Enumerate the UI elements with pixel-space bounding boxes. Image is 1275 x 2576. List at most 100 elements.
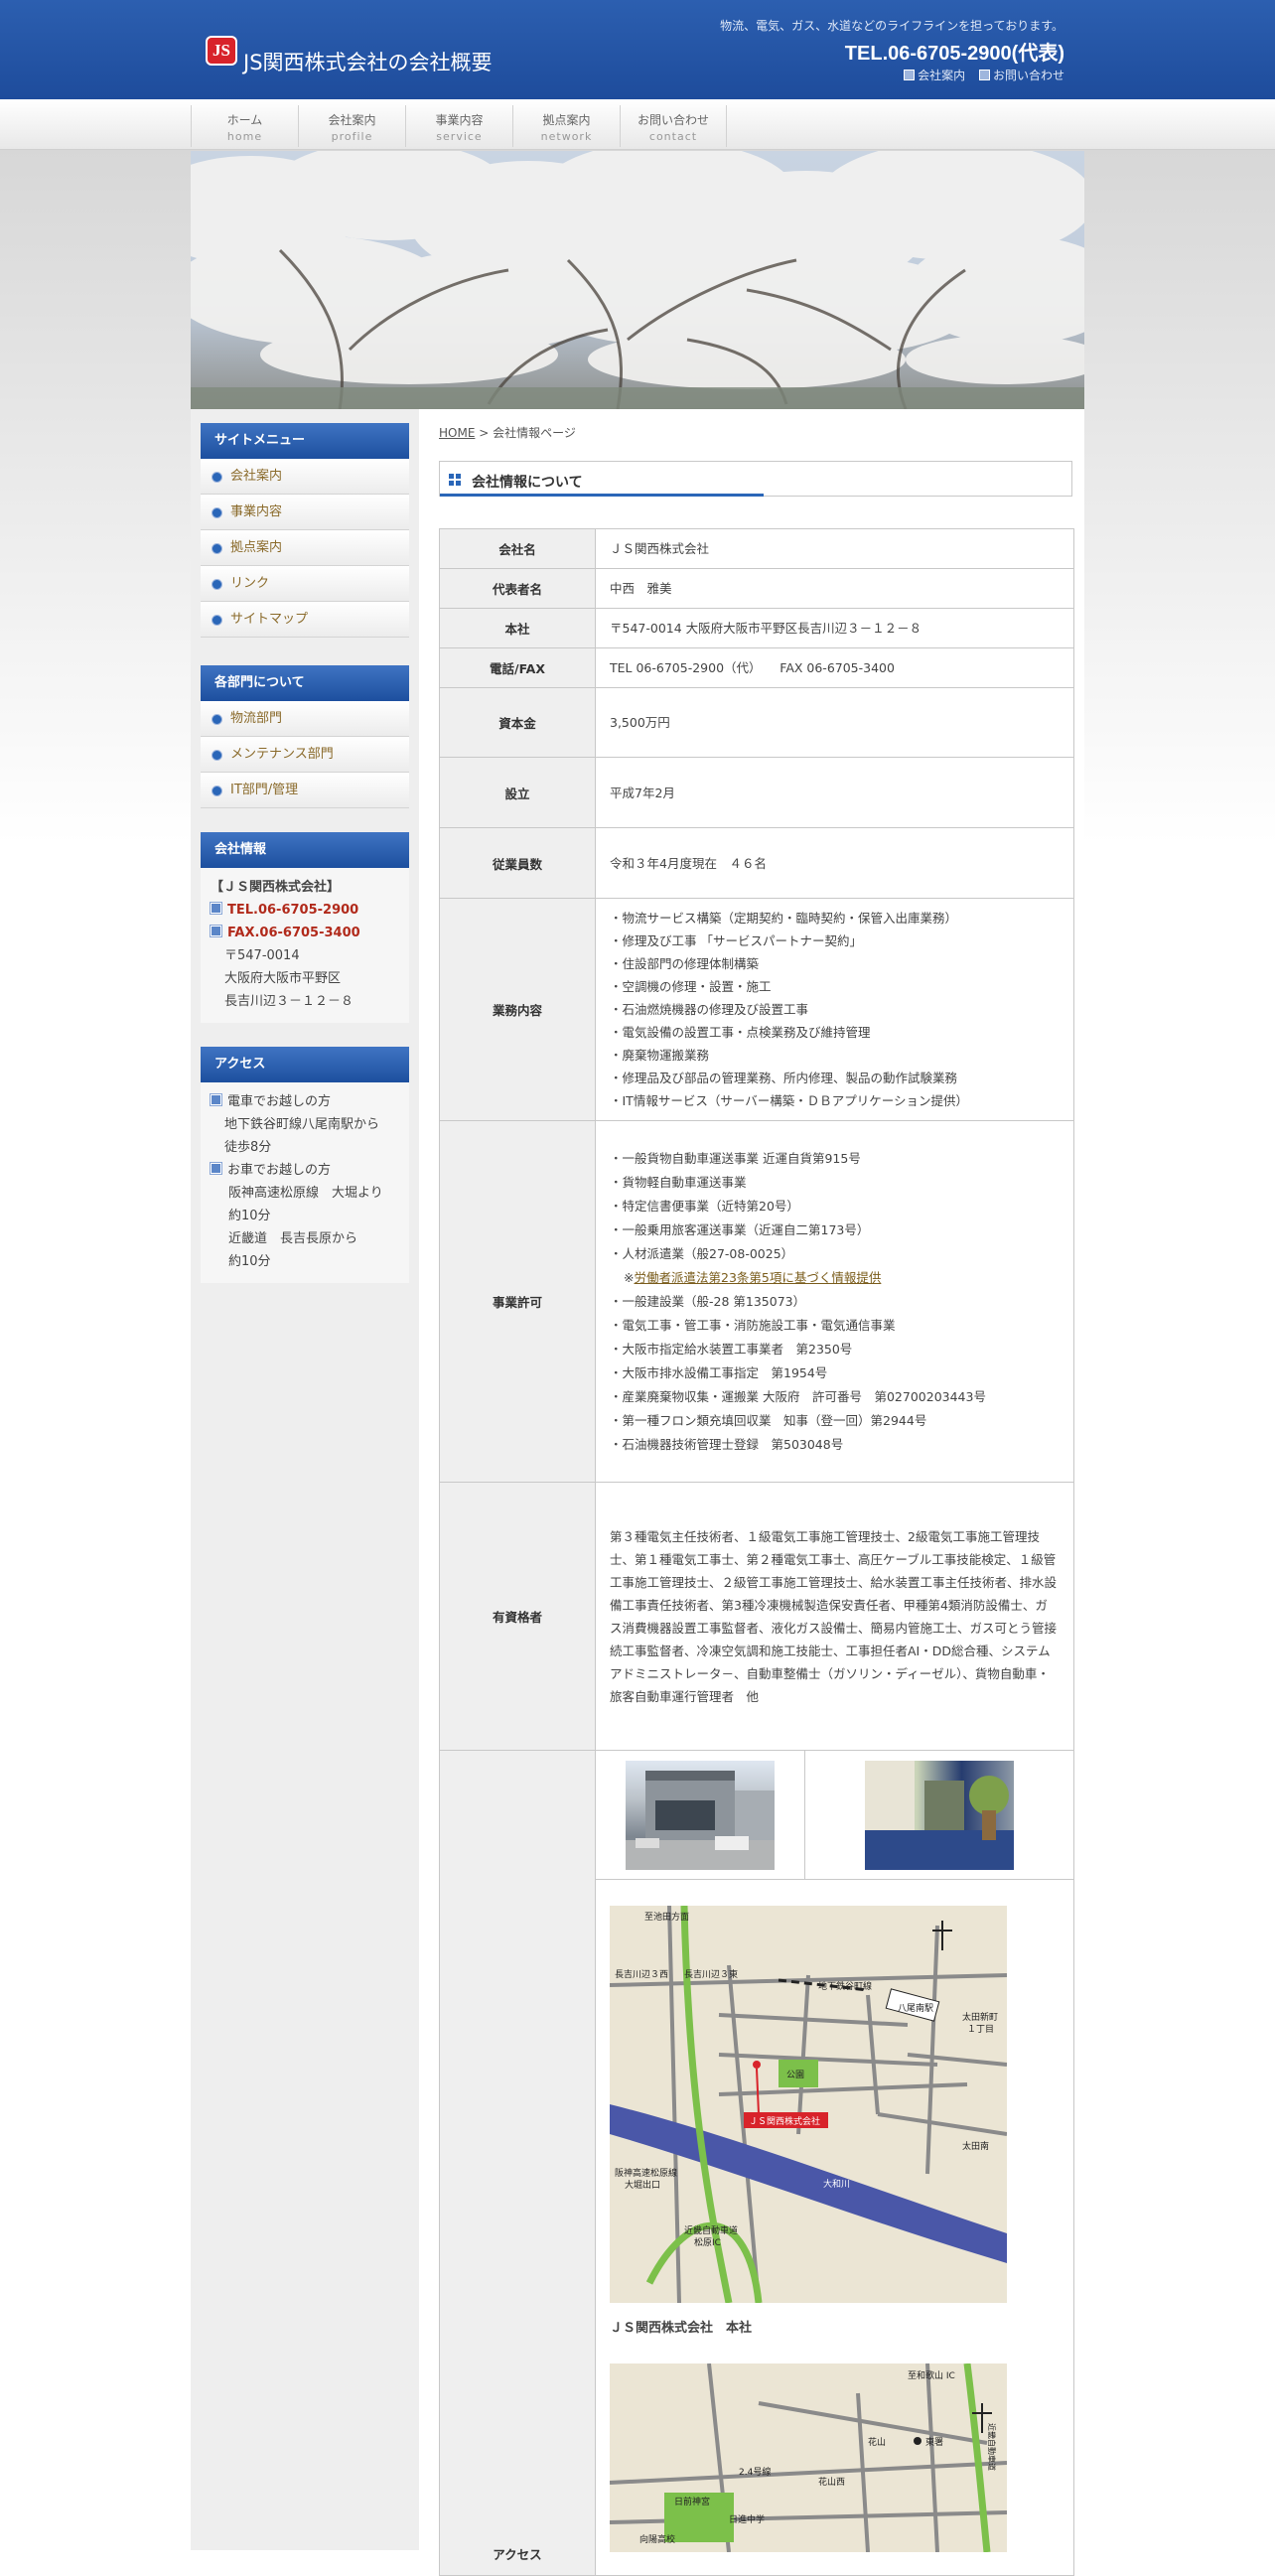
access-box: アクセス 電車でお越しの方 地下鉄谷町線八尾南駅から 徒歩8分 お車でお越しの方… <box>201 1047 409 1283</box>
bullet-icon <box>212 579 222 590</box>
header-link-label: お問い合わせ <box>992 69 1064 82</box>
nav-network[interactable]: 拠点案内 network <box>512 105 620 147</box>
header-links: 会社案内 お問い合わせ <box>894 67 1064 83</box>
header-link-contact[interactable]: お問い合わせ <box>978 69 1064 82</box>
founded-value: 平成7年2月 <box>595 757 1074 828</box>
bullet-icon <box>212 786 222 796</box>
license-item: ・石油機器技術管理士登録 第503048号 <box>610 1436 844 1452</box>
nav-contact[interactable]: お問い合わせ contact <box>620 105 727 147</box>
sidebar-item-network[interactable]: 拠点案内 <box>201 530 409 566</box>
table-row: アクセス <box>439 1750 1074 2576</box>
license-item: ・大阪市指定給水装置工事業者 第2350号 <box>610 1341 853 1357</box>
header-tel: TEL.06-6705-2900(代表) <box>844 43 1064 65</box>
dispatch-info-link[interactable]: 労働者派遣法第23条第5項に基づく情報提供 <box>634 1270 881 1285</box>
access-train-1: 地下鉄谷町線八尾南駅から <box>224 1117 380 1132</box>
header-link-label: 会社案内 <box>918 69 966 82</box>
license-item: ・貨物軽自動車運送事業 <box>610 1174 747 1190</box>
square-icon <box>210 925 222 937</box>
company-info-title: 会社情報 <box>201 832 409 868</box>
license-item: ・人材派遣業（般27-08-0025） <box>610 1245 794 1261</box>
nav-sublabel: network <box>540 130 593 143</box>
main-content: HOME > 会社情報ページ 会社情報について 会社名 ＪＳ関西株式会社 代表者… <box>419 409 1084 2576</box>
access-train-head-text: 電車でお越しの方 <box>227 1094 332 1109</box>
square-icon <box>210 1093 222 1106</box>
maps-cell: 至池田方面 長吉川辺３西 長吉川辺３東 地下鉄谷町線 八尾南駅 太田新町 １丁目… <box>595 1879 1074 2576</box>
table-row: 従業員数 令和３年4月度現在 ４６名 <box>439 827 1074 899</box>
headquarters-value: 〒547-0014 大阪府大阪市平野区長吉川辺３－１２－８ <box>595 608 1074 648</box>
license-item: ・第一種フロン類充填回収業 知事（登一回）第2944号 <box>610 1412 927 1428</box>
map-label: 近畿自動車道 <box>684 2224 738 2236</box>
bullet-icon <box>212 615 222 626</box>
sidebar-item-logistics[interactable]: 物流部門 <box>201 701 409 737</box>
row-label: 本社 <box>439 608 596 648</box>
access-car-3: 近畿道 長吉長原から <box>228 1231 358 1246</box>
nav-sublabel: home <box>226 130 263 143</box>
row-label: 電話/FAX <box>439 647 596 688</box>
nav-home[interactable]: ホーム home <box>191 105 298 147</box>
sidebar-item-label: 物流部門 <box>230 711 283 726</box>
global-nav: ホーム home 会社案内 profile 事業内容 service 拠点案内 netw… <box>0 99 1275 150</box>
business-item: ・修理品及び部品の管理業務、所内修理、製品の動作試験業務 <box>610 1071 958 1085</box>
employees-value: 令和３年4月度現在 ４６名 <box>595 827 1074 899</box>
sidebar-item-label: メンテナンス部門 <box>230 747 334 762</box>
map-label: 地下鉄谷町線 <box>818 1980 872 1992</box>
license-item: ・一般貨物自動車運送事業 近運自貨第915号 <box>610 1150 861 1166</box>
heading-underline <box>440 494 764 497</box>
sidebar-item-label: 会社案内 <box>230 469 283 484</box>
map-label: 公園 <box>786 2070 804 2080</box>
nav-sublabel: contact <box>648 130 698 143</box>
sidebar-item-label: 事業内容 <box>230 504 283 519</box>
map-label: 近畿自動車道 <box>987 2423 997 2471</box>
header-link-profile[interactable]: 会社案内 <box>904 69 965 82</box>
office-photo-cell <box>595 1750 805 1880</box>
row-label: 従業員数 <box>439 827 596 899</box>
map-label: 向陽高校 <box>639 2533 675 2545</box>
map-label: 松原IC <box>694 2236 721 2248</box>
bullet-icon <box>212 750 222 761</box>
sidebar-item-label: 拠点案内 <box>230 540 283 555</box>
square-icon <box>978 70 990 80</box>
section-heading-text: 会社情報について <box>472 475 583 491</box>
phone-fax-value: TEL 06-6705-2900（代） FAX 06-6705-3400 <box>595 647 1074 688</box>
nav-label: 会社案内 <box>328 113 376 127</box>
access-car-2: 約10分 <box>228 1209 271 1223</box>
logo-icon[interactable]: JS <box>206 36 237 66</box>
business-item: ・IT情報サービス（サーバー構築・ＤＢアプリケーション提供） <box>610 1093 968 1108</box>
sidebar-item-it[interactable]: IT部門/管理 <box>201 773 409 808</box>
map-label: １丁目 <box>967 2024 994 2035</box>
company-zip: 〒547-0014 <box>224 948 300 963</box>
office-photo-cell <box>804 1750 1074 1880</box>
company-tel-text: TEL.06-6705-2900 <box>227 903 359 918</box>
access-car-1: 阪神高速松原線 大堀より <box>228 1186 383 1201</box>
map-label: 2.4号線 <box>739 2466 771 2478</box>
site-title[interactable]: JS関西株式会社の会社概要 <box>243 47 493 76</box>
nav-label: 拠点案内 <box>542 113 591 127</box>
sidebar-item-maintenance[interactable]: メンテナンス部門 <box>201 737 409 773</box>
sidebar-item-profile[interactable]: 会社案内 <box>201 459 409 495</box>
capital-value: 3,500万円 <box>595 687 1074 758</box>
sidebar-item-sitemap[interactable]: サイトマップ <box>201 602 409 638</box>
row-label: 業務内容 <box>439 898 596 1121</box>
table-row: 会社名 ＪＳ関西株式会社 <box>439 528 1074 569</box>
map-label: ＪＳ関西株式会社 <box>749 2115 820 2127</box>
sidebar-item-service[interactable]: 事業内容 <box>201 495 409 530</box>
map-label: 阪神高速松原線 <box>615 2167 677 2179</box>
company-info-box: 会社情報 【ＪＳ関西株式会社】 TEL.06-6705-2900 FAX.06-… <box>201 832 409 1023</box>
row-label: 有資格者 <box>439 1482 596 1751</box>
table-row: 有資格者 第３種電気主任技術者、１級電気工事施工管理技士、2級電気工事施工管理技… <box>439 1482 1074 1751</box>
business-item: ・石油燃焼機器の修理及び設置工事 <box>610 1002 809 1017</box>
bullet-icon <box>212 543 222 554</box>
nav-service[interactable]: 事業内容 service <box>405 105 512 147</box>
breadcrumb-home-link[interactable]: HOME <box>439 426 475 440</box>
license-note: ※労働者派遣法第23条第5項に基づく情報提供 <box>610 1266 1060 1290</box>
sidebar-item-links[interactable]: リンク <box>201 566 409 602</box>
section-heading: 会社情報について <box>439 461 1072 497</box>
square-icon <box>904 70 916 80</box>
table-row: 業務内容 ・物流サービス構築（定期契約・臨時契約・保管入出庫業務） ・修理及び工… <box>439 898 1074 1121</box>
breadcrumb-separator: > <box>475 426 494 440</box>
license-item: ・特定信書便事業（近特第20号） <box>610 1198 799 1214</box>
business-item: ・電気設備の設置工事・点検業務及び維持管理 <box>610 1025 871 1040</box>
qualifications-value: 第３種電気主任技術者、１級電気工事施工管理技士、2級電気工事施工管理技士、第１種… <box>595 1482 1074 1751</box>
nav-profile[interactable]: 会社案内 profile <box>298 105 405 147</box>
site-menu: サイトメニュー 会社案内 事業内容 拠点案内 リンク サイトマップ <box>201 423 409 638</box>
